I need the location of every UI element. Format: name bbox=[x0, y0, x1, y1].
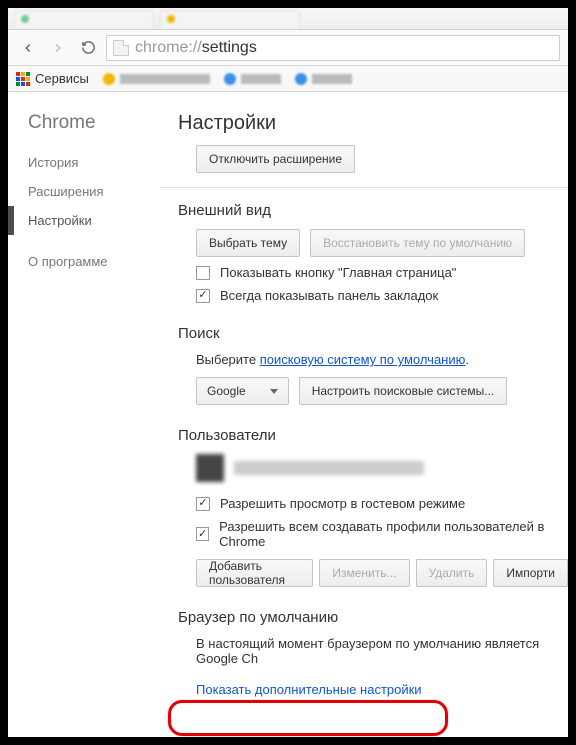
allow-create-profiles-checkbox[interactable] bbox=[196, 527, 209, 541]
show-bookmarks-bar-checkbox[interactable] bbox=[196, 289, 210, 303]
url-scheme: chrome:// bbox=[135, 39, 202, 57]
url-path: settings bbox=[202, 39, 257, 57]
sidebar-item-settings[interactable]: Настройки bbox=[8, 206, 160, 235]
default-search-link[interactable]: поисковую систему по умолчанию bbox=[260, 352, 466, 367]
section-users-title: Пользователи bbox=[178, 427, 568, 444]
show-home-label: Показывать кнопку "Главная страница" bbox=[220, 265, 456, 280]
browser-tab[interactable] bbox=[14, 10, 154, 28]
show-bookmarks-bar-label: Всегда показывать панель закладок bbox=[220, 288, 438, 303]
reload-button[interactable] bbox=[76, 36, 100, 60]
avatar bbox=[196, 454, 224, 482]
import-button[interactable]: Импорти bbox=[493, 559, 568, 587]
divider bbox=[160, 187, 568, 188]
section-appearance-title: Внешний вид bbox=[178, 202, 568, 219]
browser-toolbar: chrome://settings bbox=[8, 30, 568, 66]
add-user-button[interactable]: Добавить пользователя bbox=[196, 559, 313, 587]
bookmark-item[interactable] bbox=[295, 73, 352, 85]
section-default-browser-title: Браузер по умолчанию bbox=[178, 609, 568, 626]
apps-icon bbox=[16, 72, 30, 86]
bookmarks-bar: Сервисы bbox=[8, 66, 568, 92]
show-home-checkbox[interactable] bbox=[196, 266, 210, 280]
search-engine-select[interactable]: Google bbox=[196, 377, 289, 405]
choose-theme-button[interactable]: Выбрать тему bbox=[196, 229, 300, 257]
sidebar-item-history[interactable]: История bbox=[8, 148, 160, 177]
current-user-row[interactable] bbox=[196, 454, 568, 482]
search-description: Выберите поисковую систему по умолчанию. bbox=[196, 352, 568, 367]
forward-button[interactable] bbox=[46, 36, 70, 60]
delete-user-button[interactable]: Удалить bbox=[416, 559, 488, 587]
guest-mode-checkbox[interactable] bbox=[196, 497, 210, 511]
back-button[interactable] bbox=[16, 36, 40, 60]
apps-label: Сервисы bbox=[35, 71, 89, 86]
edit-user-button[interactable]: Изменить... bbox=[319, 559, 409, 587]
default-browser-status: В настоящий момент браузером по умолчани… bbox=[196, 636, 568, 666]
chevron-down-icon bbox=[270, 389, 278, 394]
apps-shortcut[interactable]: Сервисы bbox=[16, 71, 89, 86]
restore-theme-button[interactable]: Восстановить тему по умолчанию bbox=[310, 229, 525, 257]
settings-sidebar: Chrome История Расширения Настройки О пр… bbox=[8, 92, 160, 737]
browser-tab[interactable] bbox=[160, 10, 300, 28]
guest-mode-label: Разрешить просмотр в гостевом режиме bbox=[220, 496, 465, 511]
bookmark-item[interactable] bbox=[103, 73, 210, 85]
disable-extension-button[interactable]: Отключить расширение bbox=[196, 145, 355, 173]
manage-search-engines-button[interactable]: Настроить поисковые системы... bbox=[299, 377, 508, 405]
page-title: Настройки bbox=[178, 112, 568, 135]
tab-strip bbox=[8, 8, 568, 30]
page-icon bbox=[113, 40, 129, 56]
bookmark-item[interactable] bbox=[224, 73, 281, 85]
sidebar-item-extensions[interactable]: Расширения bbox=[8, 177, 160, 206]
show-advanced-link[interactable]: Показать дополнительные настройки bbox=[196, 682, 422, 697]
brand-title: Chrome bbox=[8, 112, 160, 148]
settings-main: Настройки Отключить расширение Внешний в… bbox=[160, 92, 568, 737]
address-bar[interactable]: chrome://settings bbox=[106, 35, 560, 61]
search-engine-value: Google bbox=[207, 384, 246, 398]
section-search-title: Поиск bbox=[178, 325, 568, 342]
sidebar-item-about[interactable]: О программе bbox=[8, 247, 160, 276]
user-name bbox=[234, 461, 424, 475]
allow-create-profiles-label: Разрешить всем создавать профили пользов… bbox=[219, 519, 568, 549]
